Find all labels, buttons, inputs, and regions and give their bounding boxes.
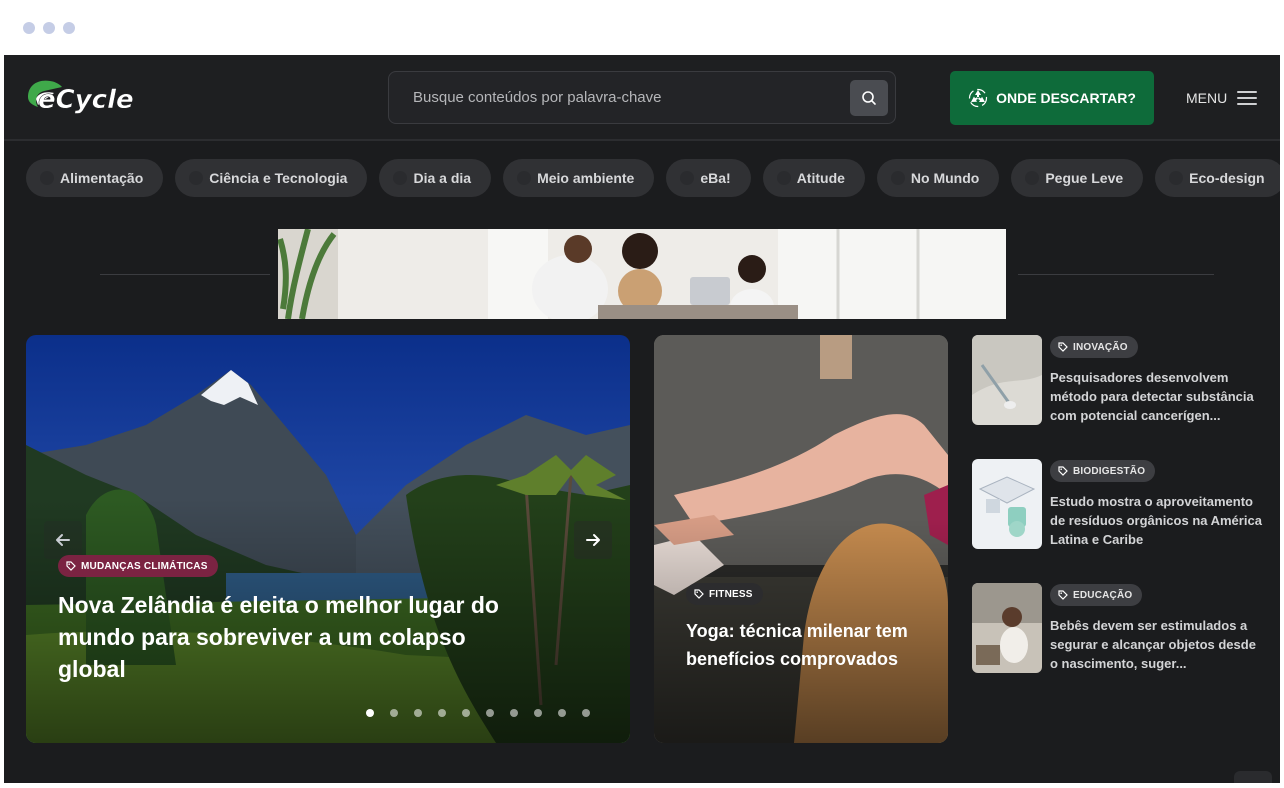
category-label: Eco-design bbox=[1189, 170, 1265, 186]
window-dot-icon bbox=[43, 22, 55, 34]
thumbnail-image bbox=[972, 583, 1042, 673]
category-label: Meio ambiente bbox=[537, 170, 635, 186]
article-headline[interactable]: Estudo mostra o aproveitamento de resídu… bbox=[1050, 492, 1262, 549]
search-input[interactable] bbox=[389, 72, 839, 123]
tag-label: INOVAÇÃO bbox=[1073, 341, 1128, 353]
category-pill[interactable]: Ciência e Tecnologia bbox=[175, 159, 368, 197]
category-label: eBa! bbox=[700, 170, 731, 186]
article-thumbnail[interactable] bbox=[972, 583, 1042, 673]
hero-headline[interactable]: Nova Zelândia é eleita o melhor lugar do… bbox=[58, 589, 528, 685]
banner-image bbox=[278, 229, 1006, 319]
category-nav: Alimentação Ciência e Tecnologia Dia a d… bbox=[26, 159, 1280, 197]
article-headline[interactable]: Pesquisadores desenvolvem método para de… bbox=[1050, 368, 1262, 425]
tag-label: FITNESS bbox=[709, 588, 753, 600]
menu-label: MENU bbox=[1186, 90, 1228, 106]
slider-dot[interactable] bbox=[582, 709, 590, 717]
side-article[interactable]: EDUCAÇÃO Bebês devem ser estimulados a s… bbox=[972, 583, 1262, 693]
category-label: Pegue Leve bbox=[1045, 170, 1124, 186]
header: eCycle ONDE DESCARTAR? MENU bbox=[4, 55, 1280, 141]
banner-divider bbox=[1018, 274, 1214, 275]
tag-label: MUDANÇAS CLIMÁTICAS bbox=[81, 560, 208, 572]
tag-label: EDUCAÇÃO bbox=[1073, 589, 1133, 601]
category-icon bbox=[1025, 171, 1040, 185]
slider-next-button[interactable] bbox=[574, 521, 612, 559]
category-icon bbox=[680, 171, 695, 185]
slider-dot[interactable] bbox=[462, 709, 470, 717]
slider-dot[interactable] bbox=[414, 709, 422, 717]
slider-dot[interactable] bbox=[534, 709, 542, 717]
tag-icon bbox=[694, 589, 704, 599]
category-pill[interactable]: eBa! bbox=[666, 159, 751, 197]
article-thumbnail[interactable] bbox=[972, 335, 1042, 425]
category-pill[interactable]: Eco-design bbox=[1155, 159, 1280, 197]
category-pill[interactable]: Pegue Leve bbox=[1011, 159, 1144, 197]
category-icon bbox=[189, 171, 204, 185]
site-logo[interactable]: eCycle bbox=[24, 75, 136, 119]
ad-banner[interactable] bbox=[278, 229, 1006, 319]
cta-label: ONDE DESCARTAR? bbox=[996, 90, 1136, 106]
category-icon bbox=[890, 171, 905, 185]
tag-icon bbox=[1058, 466, 1068, 476]
category-label: Alimentação bbox=[60, 170, 144, 186]
tag-icon bbox=[1058, 342, 1068, 352]
search-icon bbox=[862, 91, 876, 105]
side-article[interactable]: BIODIGESTÃO Estudo mostra o aproveitamen… bbox=[972, 459, 1262, 569]
slider-prev-button[interactable] bbox=[44, 521, 82, 559]
category-label: Dia a dia bbox=[413, 170, 472, 186]
feature-headline[interactable]: Yoga: técnica milenar tem benefícios com… bbox=[686, 617, 926, 673]
slider-pagination bbox=[366, 709, 590, 717]
where-to-dispose-button[interactable]: ONDE DESCARTAR? bbox=[950, 71, 1154, 125]
slider-dot[interactable] bbox=[438, 709, 446, 717]
arrow-right-icon bbox=[586, 534, 600, 546]
category-pill[interactable]: No Mundo bbox=[876, 159, 1000, 197]
category-pill[interactable]: Dia a dia bbox=[379, 159, 492, 197]
recycle-icon bbox=[969, 88, 988, 108]
thumbnail-image bbox=[972, 459, 1042, 549]
category-icon bbox=[40, 171, 54, 185]
site: eCycle ONDE DESCARTAR? MENU bbox=[4, 55, 1280, 783]
category-icon bbox=[393, 171, 408, 185]
category-pill[interactable]: Atitude bbox=[762, 159, 865, 197]
menu-button[interactable]: MENU bbox=[1186, 90, 1258, 106]
side-article[interactable]: INOVAÇÃO Pesquisadores desenvolvem métod… bbox=[972, 335, 1262, 445]
article-thumbnail[interactable] bbox=[972, 459, 1042, 549]
scroll-top-button[interactable] bbox=[1234, 771, 1272, 783]
category-label: No Mundo bbox=[910, 170, 980, 186]
search-button[interactable] bbox=[850, 80, 888, 116]
feature-article-card[interactable]: FITNESS Yoga: técnica milenar tem benefí… bbox=[654, 335, 948, 743]
thumbnail-image bbox=[972, 335, 1042, 425]
category-icon bbox=[1169, 171, 1184, 185]
slider-dot[interactable] bbox=[558, 709, 566, 717]
browser-chrome bbox=[0, 0, 1284, 55]
hero-category-tag[interactable]: MUDANÇAS CLIMÁTICAS bbox=[58, 555, 218, 577]
article-headline[interactable]: Bebês devem ser estimulados a segurar e … bbox=[1050, 616, 1262, 673]
article-category-tag[interactable]: INOVAÇÃO bbox=[1050, 336, 1138, 358]
article-category-tag[interactable]: BIODIGESTÃO bbox=[1050, 460, 1156, 482]
article-category-tag[interactable]: EDUCAÇÃO bbox=[1050, 584, 1143, 606]
hero-slider[interactable]: MUDANÇAS CLIMÁTICAS Nova Zelândia é elei… bbox=[26, 335, 630, 743]
category-pill[interactable]: Meio ambiente bbox=[503, 159, 655, 197]
logo-text: eCycle bbox=[38, 85, 134, 115]
feature-category-tag[interactable]: FITNESS bbox=[686, 583, 763, 605]
slider-dot[interactable] bbox=[486, 709, 494, 717]
slider-dot-active[interactable] bbox=[366, 709, 374, 717]
hamburger-icon bbox=[1237, 91, 1258, 105]
category-label: Atitude bbox=[796, 170, 845, 186]
tag-icon bbox=[1058, 590, 1068, 600]
search-box bbox=[388, 71, 896, 124]
banner-divider bbox=[100, 274, 270, 275]
category-icon bbox=[517, 171, 532, 185]
category-icon bbox=[776, 171, 791, 185]
tag-icon bbox=[66, 561, 76, 571]
arrow-left-icon bbox=[56, 534, 70, 546]
slider-dot[interactable] bbox=[390, 709, 398, 717]
category-pill[interactable]: Alimentação bbox=[26, 159, 164, 197]
category-label: Ciência e Tecnologia bbox=[209, 170, 348, 186]
slider-dot[interactable] bbox=[510, 709, 518, 717]
window-dot-icon bbox=[63, 22, 75, 34]
tag-label: BIODIGESTÃO bbox=[1073, 465, 1146, 477]
feature-image bbox=[654, 335, 948, 743]
window-dot-icon bbox=[23, 22, 35, 34]
